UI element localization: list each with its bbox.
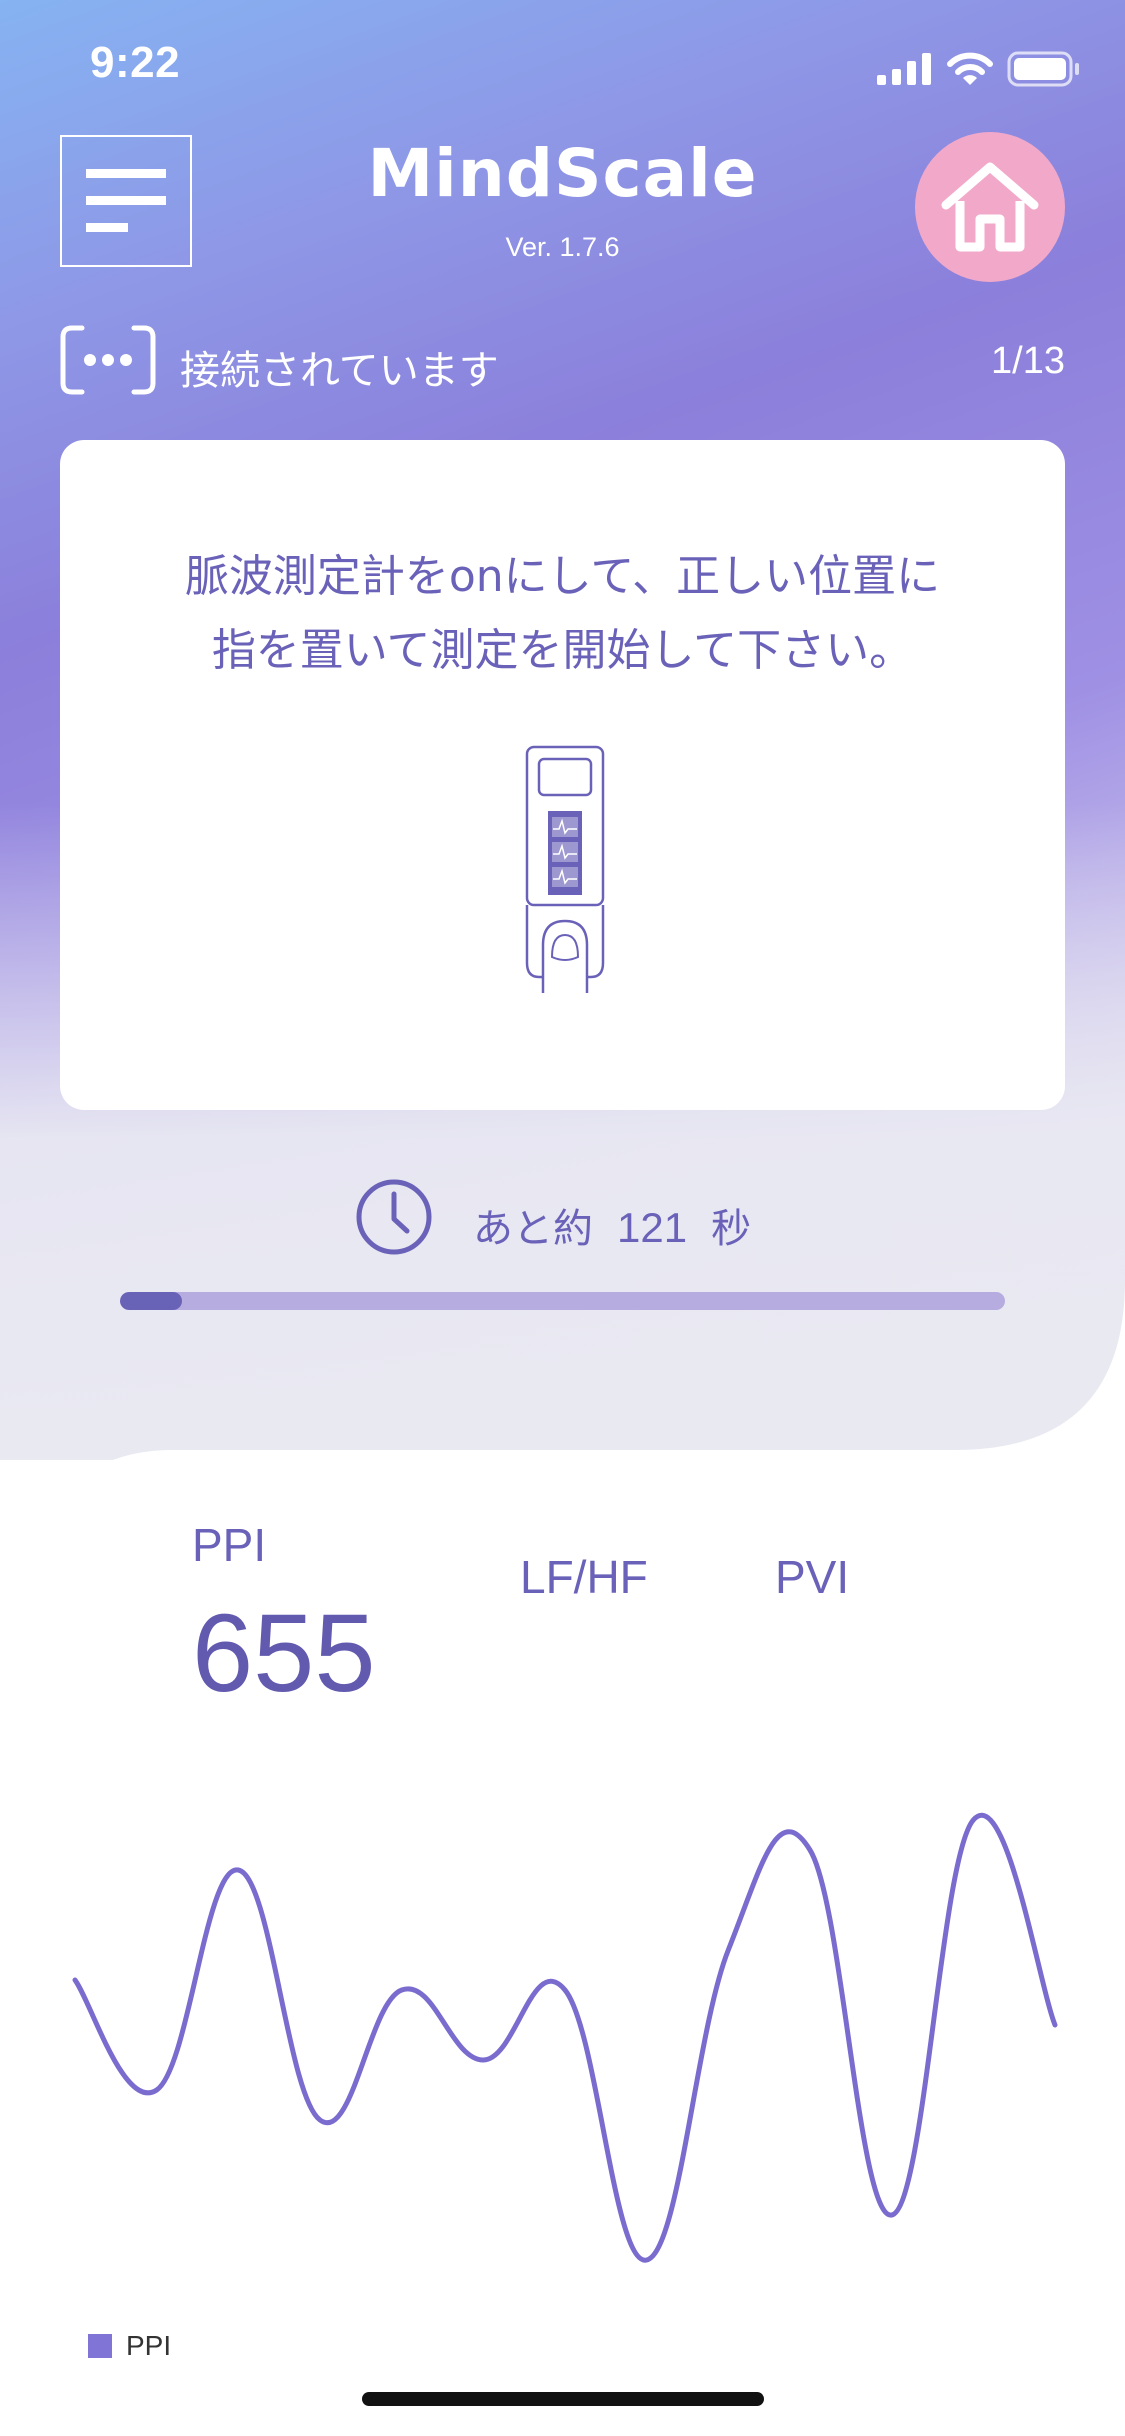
status-time: 9:22 [90,38,181,87]
ppi-value: 655 [192,1592,376,1715]
legend-label-ppi: PPI [126,2330,172,2361]
ppi-label[interactable]: PPI [192,1518,266,1572]
signal-icon [877,53,931,85]
screen: 9:22 MindScale Ver. 1.7.6 接続されています 1/13 … [0,0,1125,2436]
bluetooth-device-icon [60,325,156,395]
home-icon [941,162,1039,252]
home-button[interactable] [915,132,1065,282]
status-icons [877,48,1081,90]
pulse-oximeter-finger-icon [525,745,605,993]
instruction-text: 脈波測定計をonにして、正しい位置に 指を置いて測定を開始して下さい。 [60,540,1065,688]
instruction-line-2: 指を置いて測定を開始して下さい。 [211,625,914,676]
ppi-chart [72,1813,1058,2263]
time-remaining-unit: 秒 [711,1206,752,1252]
connection-status: 接続されています [180,348,499,394]
time-remaining-prefix: あと約 [473,1206,593,1252]
home-indicator [362,2392,764,2406]
time-remaining: あと約 121 秒 [473,1196,775,1254]
clock-icon [356,1179,432,1255]
measurement-progress-fill [120,1292,182,1310]
instruction-card: 脈波測定計をonにして、正しい位置に 指を置いて測定を開始して下さい。 [60,440,1065,1110]
wifi-icon [947,52,993,85]
panel-corner-curve [955,1280,1125,1450]
pvi-label[interactable]: PVI [775,1550,849,1604]
chart-legend: PPI [88,2330,171,2362]
battery-icon [1007,51,1079,87]
ppi-series-line [72,1813,1058,2263]
lfhf-label[interactable]: LF/HF [520,1550,648,1604]
instruction-line-1: 脈波測定計をonにして、正しい位置に [184,551,941,602]
page-counter: 1/13 [991,340,1065,382]
legend-swatch-ppi [88,2334,112,2358]
measurement-progress-bar [120,1292,1005,1310]
time-remaining-seconds: 121 [617,1204,688,1251]
